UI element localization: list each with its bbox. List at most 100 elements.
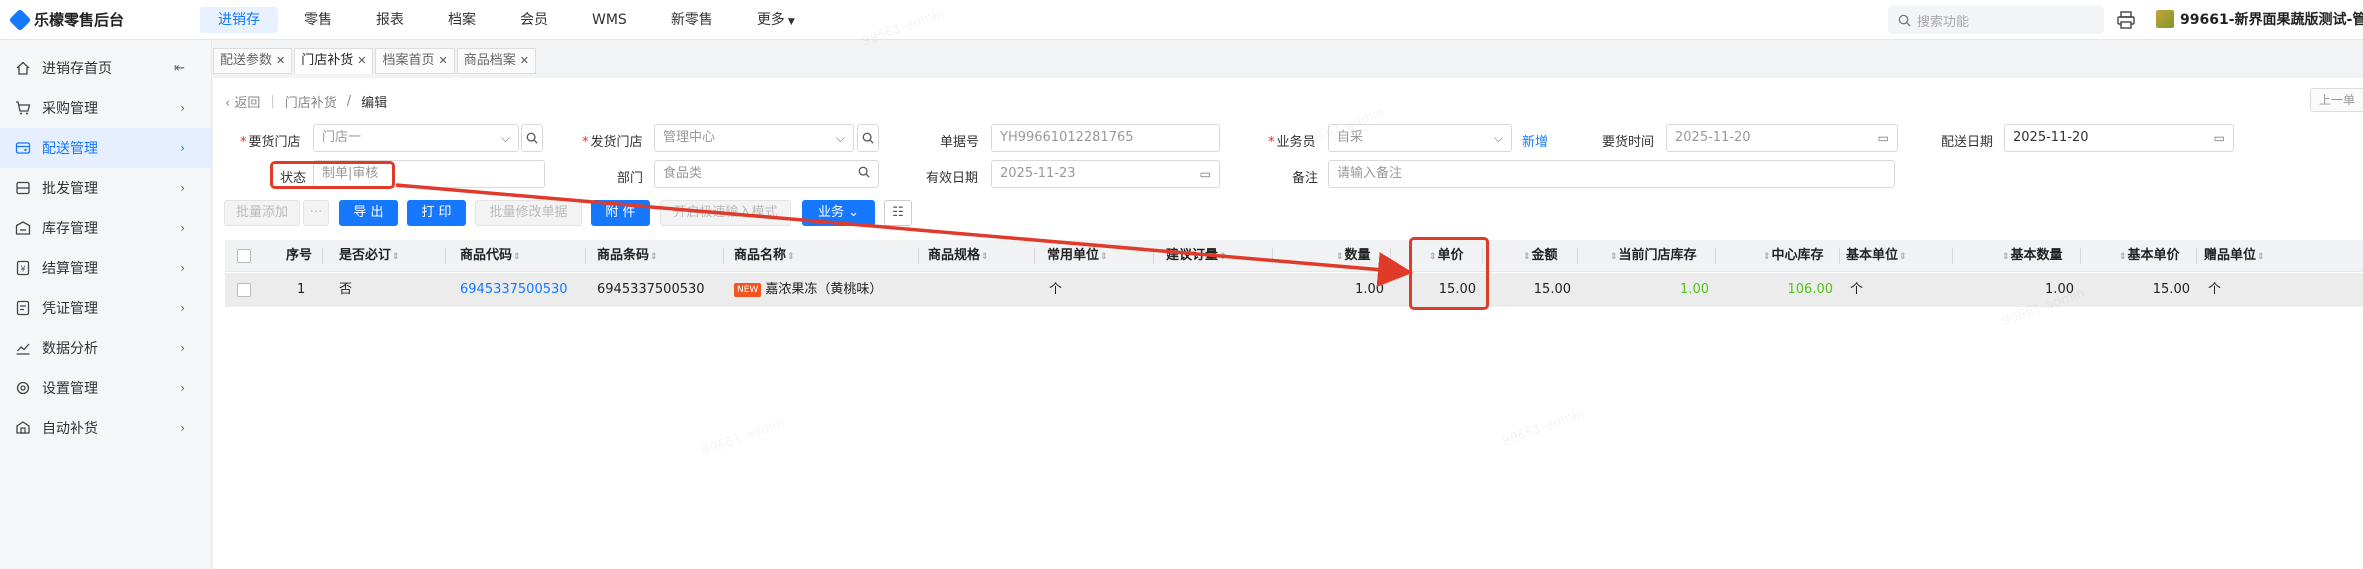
- tab-delivery-params[interactable]: 配送参数 ✕: [213, 48, 293, 74]
- cell-center-stock: 106.00: [1787, 282, 1834, 297]
- close-icon[interactable]: ✕: [438, 49, 447, 73]
- breadcrumb-parent[interactable]: 门店补货: [285, 92, 337, 111]
- sidebar-item-purchase[interactable]: 采购管理 ›: [0, 88, 211, 128]
- add-salesman-link[interactable]: 新增: [1522, 131, 1548, 150]
- col-qty[interactable]: ⇕数量: [1335, 240, 1371, 272]
- nav-item-archive[interactable]: 档案: [430, 7, 494, 33]
- col-gift-unit[interactable]: 赠品单位⇕: [2204, 240, 2266, 272]
- col-seq: 序号: [286, 248, 313, 263]
- col-base-qty[interactable]: ⇕基本数量: [2001, 240, 2063, 272]
- col-store-stock[interactable]: ⇕当前门店库存: [1609, 240, 1697, 272]
- cell-store-stock: 1.00: [1680, 282, 1709, 297]
- sort-icon: ⇕: [392, 252, 400, 262]
- back-link[interactable]: ‹ 返回: [225, 92, 260, 111]
- sidebar-item-delivery[interactable]: 配送管理 ›: [0, 128, 211, 168]
- sidebar-item-analytics[interactable]: 数据分析 ›: [0, 328, 211, 368]
- close-icon[interactable]: ✕: [357, 49, 366, 73]
- tab-archive-home[interactable]: 档案首页 ✕: [375, 48, 455, 74]
- prev-doc-button[interactable]: 上一单: [2310, 88, 2363, 112]
- sidebar-item-inventory-home[interactable]: 进销存首页 ⇤: [0, 48, 211, 88]
- nav-item-wms[interactable]: WMS: [574, 7, 645, 33]
- valid-date-field[interactable]: 2025-11-23 ▭: [991, 160, 1220, 188]
- col-label: 数量: [1344, 248, 1371, 263]
- col-required[interactable]: 是否必订⇕: [339, 240, 401, 272]
- column-divider: [1952, 248, 1953, 264]
- search-icon[interactable]: [858, 161, 870, 187]
- fast-input-button[interactable]: 开启极速输入模式: [660, 200, 791, 226]
- nav-item-more[interactable]: 更多 ▼: [739, 7, 813, 33]
- app-logo[interactable]: 乐檬零售后台: [0, 8, 200, 31]
- dept-field[interactable]: 食品类: [654, 160, 879, 188]
- chevron-right-icon: ›: [180, 341, 185, 355]
- attachment-button[interactable]: 附 件: [591, 200, 650, 226]
- label-text: 要货门店: [248, 135, 301, 150]
- remark-input[interactable]: 请输入备注: [1328, 160, 1895, 188]
- request-store-search-button[interactable]: [521, 124, 543, 152]
- sort-icon: ⇕: [650, 252, 658, 262]
- more-button[interactable]: ···: [303, 200, 329, 226]
- chevron-right-icon: ›: [180, 301, 185, 315]
- column-settings-button[interactable]: ☷: [884, 200, 912, 226]
- col-unit[interactable]: 常用单位⇕: [1047, 240, 1109, 272]
- row-checkbox[interactable]: [237, 283, 251, 297]
- sidebar-item-stock[interactable]: 库存管理 ›: [0, 208, 211, 248]
- tab-store-replenish[interactable]: 门店补货 ✕: [294, 48, 374, 74]
- ship-store-select[interactable]: 管理中心 ⌵: [654, 124, 854, 152]
- valid-date-value: 2025-11-23: [1000, 166, 1076, 181]
- chevron-right-icon: ›: [180, 181, 185, 195]
- col-amount[interactable]: ⇕金额: [1522, 240, 1558, 272]
- nav-item-inventory[interactable]: 进销存: [200, 6, 278, 33]
- close-icon[interactable]: ✕: [276, 49, 285, 73]
- cell-code-link[interactable]: 6945337500530: [460, 273, 568, 307]
- col-label: 建议订量: [1166, 248, 1219, 263]
- column-divider: [723, 248, 724, 264]
- collapse-sidebar-icon[interactable]: ⇤: [174, 61, 185, 76]
- close-icon[interactable]: ✕: [520, 49, 529, 73]
- store-switcher[interactable]: 99661-新界面果蔬版测试-管理: [2156, 9, 2363, 29]
- ship-store-search-button[interactable]: [857, 124, 879, 152]
- col-center-stock[interactable]: ⇕中心库存: [1762, 240, 1824, 272]
- tab-product-archive[interactable]: 商品档案 ✕: [456, 48, 536, 74]
- batch-add-button[interactable]: 批量添加: [224, 200, 300, 226]
- select-all-checkbox[interactable]: [237, 249, 251, 263]
- col-label: 商品规格: [928, 248, 981, 263]
- home-icon: [14, 59, 32, 77]
- export-button[interactable]: 导 出: [339, 200, 398, 226]
- nav-item-retail[interactable]: 零售: [286, 7, 350, 33]
- col-code[interactable]: 商品代码⇕: [460, 240, 522, 272]
- business-dropdown-button[interactable]: 业务 ⌄: [802, 200, 875, 226]
- cell-qty[interactable]: 1.00: [1349, 273, 1384, 307]
- sidebar-item-voucher[interactable]: 凭证管理 ›: [0, 288, 211, 328]
- tab-label: 门店补货: [301, 53, 354, 68]
- col-suggest[interactable]: 建议订量⇕: [1166, 240, 1228, 272]
- col-barcode[interactable]: 商品条码⇕: [597, 240, 659, 272]
- batch-edit-button[interactable]: 批量修改单据: [475, 200, 582, 226]
- request-time-field[interactable]: 2025-11-20 ▭: [1666, 124, 1898, 152]
- new-badge: NEW: [734, 283, 762, 297]
- col-base-unit[interactable]: 基本单位⇕: [1846, 240, 1908, 272]
- print-button[interactable]: 打 印: [407, 200, 466, 226]
- sidebar-item-auto-replenish[interactable]: 自动补货 ›: [0, 408, 211, 448]
- sidebar-item-settings[interactable]: 设置管理 ›: [0, 368, 211, 408]
- function-search[interactable]: 搜索功能: [1888, 6, 2104, 34]
- request-time-label: 要货时间: [1602, 135, 1655, 150]
- col-spec[interactable]: 商品规格⇕: [928, 240, 990, 272]
- chevron-right-icon: ›: [180, 261, 185, 275]
- sidebar-item-settlement[interactable]: ¥ 结算管理 ›: [0, 248, 211, 288]
- nav-item-reports[interactable]: 报表: [358, 7, 422, 33]
- nav-item-new-retail[interactable]: 新零售: [653, 7, 731, 33]
- sidebar: 进销存首页 ⇤ 采购管理 › 配送管理 › 批发管理 › 库存管理 › ¥ 结算…: [0, 40, 212, 569]
- col-name[interactable]: 商品名称⇕: [734, 240, 796, 272]
- sidebar-item-wholesale[interactable]: 批发管理 ›: [0, 168, 211, 208]
- delivery-date-value: 2025-11-20: [2013, 130, 2089, 145]
- nav-item-member[interactable]: 会员: [502, 7, 566, 33]
- delivery-date-field[interactable]: 2025-11-20 ▭: [2004, 124, 2234, 152]
- search-icon: [1898, 14, 1911, 27]
- request-store-select[interactable]: 门店一 ⌵: [313, 124, 519, 152]
- cell-required: 否: [339, 282, 353, 297]
- cell-amount: 15.00: [1533, 282, 1571, 297]
- col-base-price[interactable]: ⇕基本单价: [2118, 240, 2180, 272]
- printer-icon[interactable]: [2116, 10, 2136, 30]
- sidebar-label: 配送管理: [42, 141, 98, 157]
- sort-icon: ⇕: [2119, 252, 2127, 262]
